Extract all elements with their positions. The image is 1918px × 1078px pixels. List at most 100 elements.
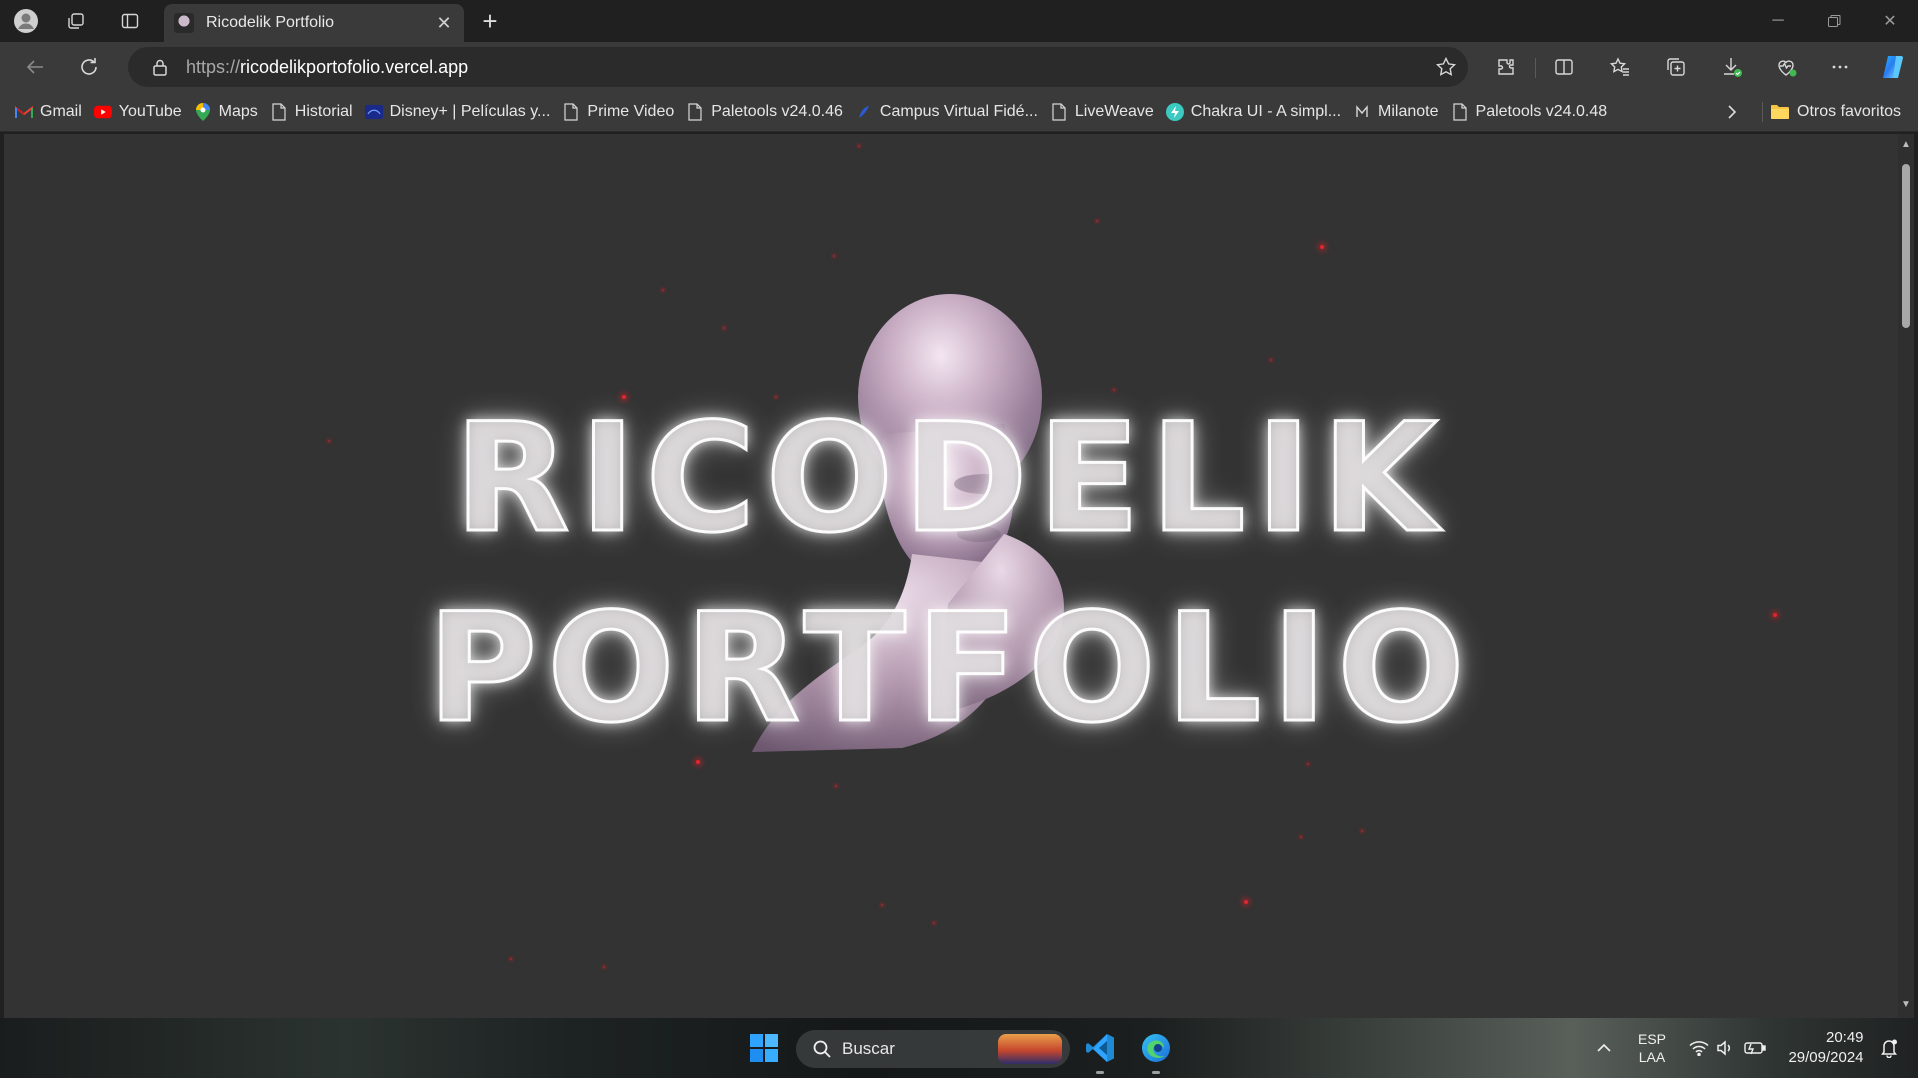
volume-icon[interactable] — [1712, 1018, 1738, 1078]
refresh-icon[interactable] — [72, 51, 106, 83]
bookmarks-bar: Gmail YouTube Maps Historial Disney+ | P… — [0, 92, 1918, 132]
page-icon — [1451, 102, 1469, 121]
battery-icon[interactable] — [1740, 1018, 1770, 1078]
bookmark-label: Maps — [218, 102, 258, 120]
profile-avatar-icon[interactable] — [10, 6, 42, 36]
browser-essentials-icon[interactable] — [1768, 51, 1804, 83]
other-favorites-folder[interactable]: Otros favoritos — [1770, 96, 1901, 128]
collections-icon[interactable] — [1658, 51, 1694, 83]
bookmark-campus-virtual[interactable]: Campus Virtual Fidé... — [852, 96, 1047, 128]
copilot-icon[interactable] — [1874, 51, 1910, 83]
campus-icon — [855, 103, 873, 121]
page-icon — [270, 102, 288, 121]
browser-window: Ricodelik Portfolio ✕ + ─ ✕ https://rico… — [0, 0, 1918, 1078]
bookmark-paletools-48[interactable]: Paletools v24.0.48 — [1448, 96, 1617, 128]
search-highlight-image[interactable] — [998, 1034, 1062, 1064]
toolbar-divider — [1535, 58, 1536, 78]
3d-bust-sculpture-image — [752, 294, 1064, 752]
lock-icon[interactable] — [140, 58, 180, 76]
hero-title-line-2: PORTFOLIO — [426, 582, 1475, 756]
bookmark-label: LiveWeave — [1074, 102, 1154, 120]
gmail-icon — [15, 103, 33, 121]
taskbar-search-box[interactable]: Buscar — [796, 1030, 1070, 1068]
page-icon — [686, 102, 704, 121]
wifi-icon[interactable] — [1686, 1018, 1712, 1078]
bookmark-milanote[interactable]: Milanote — [1350, 96, 1447, 128]
vscode-icon[interactable] — [1080, 1028, 1120, 1068]
page-icon — [562, 102, 580, 121]
tab-ricodelik-portfolio[interactable]: Ricodelik Portfolio ✕ — [164, 4, 464, 42]
bookmark-prime-video[interactable]: Prime Video — [559, 96, 683, 128]
bookmark-label: Prime Video — [587, 102, 675, 120]
windows-start-icon[interactable] — [744, 1028, 784, 1068]
hero-title-line-1: RICODELIK — [453, 392, 1448, 566]
tab-close-icon[interactable]: ✕ — [430, 9, 458, 37]
close-window-icon[interactable]: ✕ — [1862, 0, 1918, 42]
restore-icon[interactable] — [1806, 0, 1862, 42]
show-hidden-icons-chevron-icon[interactable] — [1590, 1018, 1618, 1078]
bookmark-disney[interactable]: Disney+ | Películas y... — [362, 96, 560, 128]
language-code: ESP — [1637, 1031, 1666, 1047]
new-tab-button[interactable]: + — [474, 6, 506, 36]
youtube-icon — [93, 103, 112, 121]
clock[interactable]: 20:49 29/09/2024 — [1782, 1018, 1870, 1078]
maps-icon — [194, 102, 212, 121]
search-icon — [812, 1039, 832, 1059]
page-scrollbar[interactable]: ▲ ▼ — [1898, 134, 1914, 1018]
bookmark-label: Historial — [294, 102, 353, 120]
split-screen-icon[interactable] — [1546, 51, 1582, 83]
other-favorites-label: Otros favoritos — [1797, 103, 1902, 120]
bookmark-chakra-ui[interactable]: Chakra UI - A simpl... — [1163, 96, 1350, 128]
site-favicon-icon — [174, 13, 194, 33]
title-bar: Ricodelik Portfolio ✕ + ─ ✕ — [0, 0, 1918, 42]
page-icon — [1050, 102, 1068, 121]
bookmark-paletools-46[interactable]: Paletools v24.0.46 — [683, 96, 852, 128]
web-page: RICODELIK PORTFOLIO — [4, 134, 1898, 1018]
disney-icon — [364, 103, 383, 121]
bookmark-label: Chakra UI - A simpl... — [1190, 102, 1342, 120]
back-arrow-icon[interactable] — [18, 51, 52, 83]
keyboard-layout: LAA — [1638, 1049, 1666, 1065]
extensions-icon[interactable] — [1488, 51, 1524, 83]
workspaces-icon[interactable] — [60, 6, 92, 36]
input-language-indicator[interactable]: ESP LAA — [1630, 1018, 1674, 1078]
bookmark-label: Gmail — [40, 102, 82, 120]
clock-date: 29/09/2024 — [1788, 1049, 1864, 1066]
chakra-icon — [1165, 102, 1184, 121]
scrollbar-thumb[interactable] — [1902, 164, 1910, 328]
bookmark-label: Milanote — [1378, 102, 1439, 120]
milanote-icon — [1353, 103, 1371, 121]
bookmark-liveweave[interactable]: LiveWeave — [1047, 96, 1163, 128]
url-host: ricodelikportofolio.vercel.app — [240, 56, 469, 77]
bookmark-youtube[interactable]: YouTube — [91, 96, 191, 128]
navigation-bar: https://ricodelikportofolio.vercel.app — [0, 42, 1918, 92]
vscode-running-indicator — [1096, 1071, 1104, 1074]
edge-icon[interactable] — [1136, 1028, 1176, 1068]
bookmark-label: YouTube — [118, 102, 182, 120]
url-scheme: https:// — [186, 56, 241, 77]
clock-time: 20:49 — [1825, 1029, 1864, 1046]
scroll-up-arrow-icon[interactable]: ▲ — [1901, 140, 1911, 150]
bookmark-label: Paletools v24.0.48 — [1475, 102, 1608, 120]
tab-title: Ricodelik Portfolio — [206, 14, 335, 31]
bookmarks-divider — [1762, 102, 1763, 122]
url-text[interactable]: https://ricodelikportofolio.vercel.app — [186, 57, 1424, 78]
bookmark-label: Paletools v24.0.46 — [711, 102, 843, 120]
windows-taskbar: Buscar ESP LAA 20:49 29/09/2024 — [0, 1018, 1918, 1078]
address-bar[interactable]: https://ricodelikportofolio.vercel.app — [128, 47, 1468, 87]
bookmark-maps[interactable]: Maps — [191, 96, 267, 128]
bookmarks-overflow-chevron-icon[interactable] — [1716, 96, 1748, 128]
more-options-icon[interactable] — [1822, 51, 1858, 83]
scroll-down-arrow-icon[interactable]: ▼ — [1901, 1000, 1911, 1010]
favorite-star-icon[interactable] — [1424, 56, 1468, 78]
favorites-icon[interactable] — [1602, 51, 1638, 83]
bookmark-gmail[interactable]: Gmail — [12, 96, 91, 128]
bookmark-historial[interactable]: Historial — [267, 96, 362, 128]
edge-active-indicator — [1152, 1071, 1160, 1074]
notifications-bell-icon[interactable] — [1876, 1018, 1902, 1078]
minimize-icon[interactable]: ─ — [1750, 0, 1806, 42]
bookmark-label: Campus Virtual Fidé... — [879, 102, 1038, 120]
vertical-tabs-icon[interactable] — [114, 6, 146, 36]
bookmark-label: Disney+ | Películas y... — [389, 102, 551, 120]
downloads-icon[interactable] — [1714, 51, 1750, 83]
